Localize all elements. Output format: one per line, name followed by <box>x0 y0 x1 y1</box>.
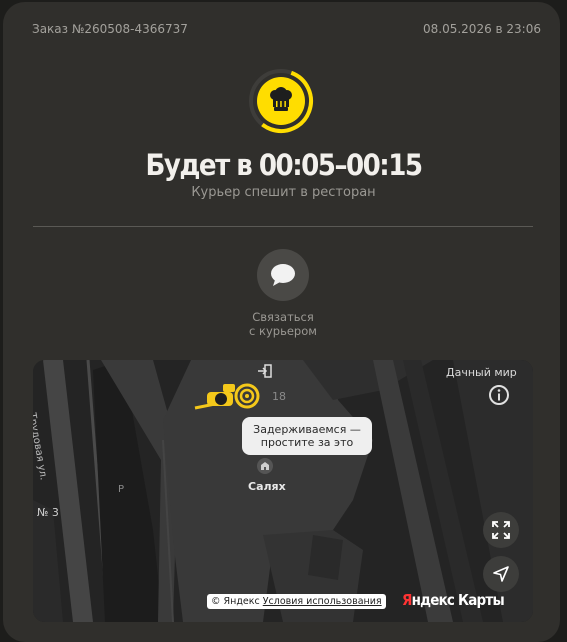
logo-letter: Я <box>402 591 412 609</box>
parking-label: P <box>118 484 125 495</box>
yandex-maps-logo[interactable]: Яндекс Карты <box>402 591 505 609</box>
restaurant-pin-icon[interactable] <box>256 457 274 475</box>
logo-text: ндекс Карты <box>411 591 505 609</box>
order-number: Заказ №260508-4366737 <box>32 22 188 36</box>
expand-icon <box>492 521 510 539</box>
courier-scooter-icon <box>194 383 260 410</box>
contact-courier-button[interactable] <box>257 249 309 301</box>
contact-label-line1: Связаться <box>252 310 314 324</box>
tooltip-line2: простите за это <box>260 436 354 449</box>
map-copyright: © Яндекс Условия использования <box>207 594 386 609</box>
my-location-button[interactable] <box>483 556 519 592</box>
status-subtitle: Курьер спешит в ресторан <box>191 185 376 200</box>
contact-courier-label[interactable]: Связаться с курьером <box>233 310 333 338</box>
courier-delay-tooltip: Задерживаемся — простите за это <box>242 417 372 455</box>
tooltip-line1: Задерживаемся — <box>253 423 361 436</box>
district-label: Дачный мир <box>446 366 517 379</box>
info-icon[interactable] <box>488 384 510 406</box>
courier-map[interactable]: № 3 Трудовая ул. P 18 Дачный мир Задержи… <box>33 360 533 622</box>
order-status-progress <box>249 69 313 133</box>
copyright-text: © Яндекс <box>211 596 260 607</box>
map-edge-label: № 3 <box>37 506 59 519</box>
contact-label-line2: с курьером <box>249 324 317 338</box>
terms-link[interactable]: Условия использования <box>263 596 382 607</box>
order-datetime: 08.05.2026 в 23:06 <box>423 22 541 36</box>
delivery-eta: Будет в 00:05–00:15 <box>145 148 423 182</box>
divider <box>33 226 533 227</box>
house-number-label: 18 <box>272 390 286 403</box>
restaurant-label[interactable]: Салях <box>248 480 286 493</box>
navigation-arrow-icon <box>493 566 509 582</box>
chat-bubble-icon <box>271 264 295 286</box>
entrance-icon <box>258 364 272 378</box>
fullscreen-button[interactable] <box>483 512 519 548</box>
